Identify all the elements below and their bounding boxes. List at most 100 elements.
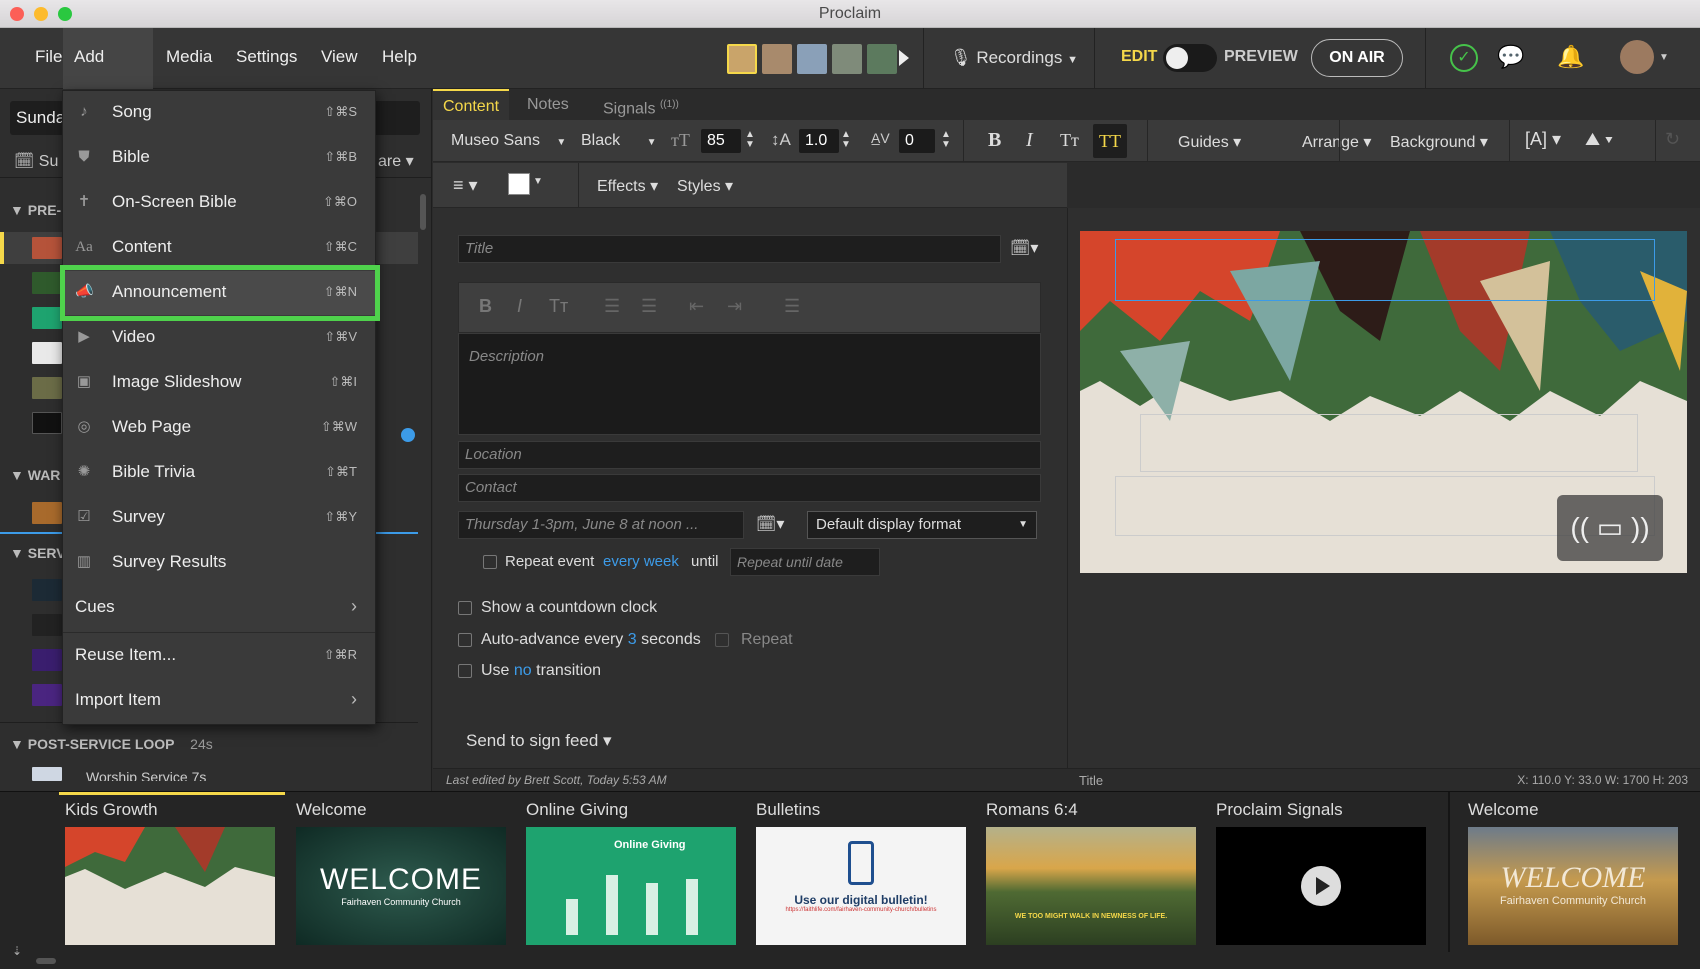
share-menu[interactable]: are ▾	[378, 151, 414, 171]
list-item-thumb[interactable]	[32, 342, 62, 364]
repeat-frequency-link[interactable]: every week	[603, 553, 679, 570]
menu-item-web-page[interactable]: ◎ Web Page ⇧⌘W	[63, 406, 375, 450]
line-height-stepper[interactable]: ▲ ▼	[841, 130, 851, 150]
contact-input[interactable]: Contact	[458, 474, 1041, 502]
auto-advance-seconds-link[interactable]: 3	[628, 631, 637, 648]
slide-preview-canvas[interactable]: (( ▭ ))	[1080, 231, 1687, 573]
menu-item-bible[interactable]: ⛊ Bible ⇧⌘B	[63, 136, 375, 180]
styles-menu[interactable]: Styles ▾	[677, 176, 733, 196]
list-item-thumb[interactable]	[32, 307, 62, 329]
menu-item-bible-trivia[interactable]: ✺ Bible Trivia ⇧⌘T	[63, 451, 375, 495]
bold-button[interactable]: B	[988, 129, 1001, 152]
slide-card[interactable]: Romans 6:4 WE TOO MIGHT WALK IN NEWNESS …	[980, 792, 1206, 945]
font-size-input[interactable]: 85	[701, 129, 741, 153]
menu-item-survey[interactable]: ☑ Survey ⇧⌘Y	[63, 496, 375, 540]
font-size-stepper[interactable]: ▲ ▼	[745, 130, 755, 150]
menu-item-survey-results[interactable]: ▥ Survey Results	[63, 541, 375, 585]
menu-help[interactable]: Help	[371, 28, 428, 89]
background-menu[interactable]: Background ▾	[1390, 132, 1488, 152]
close-window-button[interactable]	[10, 7, 24, 21]
date-input[interactable]: Thursday 1-3pm, June 8 at noon ...	[458, 511, 744, 539]
tab-signals[interactable]: Signals ((1))	[593, 89, 689, 120]
numbered-list-icon[interactable]: ☰	[641, 296, 657, 317]
menu-item-content[interactable]: Aa Content ⇧⌘C	[63, 226, 375, 270]
zoom-window-button[interactable]	[58, 7, 72, 21]
section-header-service[interactable]: ▼ SERV	[10, 545, 66, 561]
service-date[interactable]: 🗓 Su	[14, 151, 58, 171]
outdent-icon[interactable]: ⇤	[689, 296, 704, 317]
slide-card[interactable]: Online Giving Online Giving	[520, 792, 746, 945]
list-item-thumb[interactable]	[32, 377, 62, 399]
bulleted-list-icon[interactable]: ☰	[604, 296, 620, 317]
send-to-sign-feed-menu[interactable]: Send to sign feed ▾	[466, 731, 612, 751]
avatar[interactable]	[762, 44, 792, 74]
list-item-thumb[interactable]	[32, 237, 62, 259]
list-item-thumb[interactable]	[32, 649, 62, 671]
refresh-icon[interactable]: ↻	[1665, 129, 1680, 150]
list-item-thumb[interactable]	[32, 684, 62, 706]
repeat-event-checkbox[interactable]	[483, 555, 497, 569]
effects-menu[interactable]: Effects ▾	[597, 176, 658, 196]
tab-notes[interactable]: Notes	[517, 89, 579, 120]
repeat-checkbox[interactable]	[715, 633, 729, 647]
minimize-window-button[interactable]	[34, 7, 48, 21]
all-caps-button[interactable]: TT	[1093, 124, 1127, 158]
list-item-thumb[interactable]	[32, 614, 62, 636]
menu-item-on-screen-bible[interactable]: ✝ On-Screen Bible ⇧⌘O	[63, 181, 375, 225]
menu-view[interactable]: View	[310, 28, 369, 89]
menu-item-video[interactable]: ▶ Video ⇧⌘V	[63, 316, 375, 360]
collapse-icon[interactable]: ⇣	[12, 944, 22, 958]
font-family-select[interactable]: Museo Sans ▼	[451, 132, 566, 150]
menu-item-reuse-item[interactable]: Reuse Item... ⇧⌘R	[63, 634, 375, 678]
horizontal-rule-icon[interactable]: ☰	[784, 296, 800, 317]
tracking-input[interactable]: 0	[899, 129, 935, 153]
auto-advance-checkbox[interactable]	[458, 633, 472, 647]
small-caps-button[interactable]: Tт	[1060, 130, 1079, 151]
italic-button[interactable]: I	[1026, 129, 1033, 152]
description-text-box[interactable]	[1140, 414, 1638, 472]
scrollbar-thumb[interactable]	[420, 194, 426, 230]
bell-icon[interactable]: 🔔	[1557, 44, 1584, 70]
line-height-input[interactable]: 1.0	[799, 129, 839, 153]
slide-card[interactable]: Kids Growth	[59, 792, 285, 945]
text-box-icon[interactable]: [A] ▾	[1525, 129, 1561, 150]
tab-content[interactable]: Content	[433, 89, 510, 120]
calendar-icon[interactable]: 🗓▾	[1010, 238, 1038, 258]
title-input[interactable]: Title	[458, 235, 1001, 263]
avatar[interactable]	[797, 44, 827, 74]
font-weight-select[interactable]: Black ▼	[581, 132, 656, 150]
title-text-box-selected[interactable]	[1115, 239, 1655, 301]
collaborator-avatars[interactable]	[727, 44, 909, 74]
list-item-thumb[interactable]	[32, 502, 62, 524]
tracking-stepper[interactable]: ▲ ▼	[941, 130, 951, 150]
align-menu-icon[interactable]: ≡ ▾	[453, 175, 478, 196]
avatar[interactable]	[727, 44, 757, 74]
calendar-icon[interactable]: 🗓▾	[756, 514, 784, 534]
recordings-menu[interactable]: 🎙 Recordings ▼	[950, 48, 1078, 68]
avatar[interactable]	[832, 44, 862, 74]
slide-card[interactable]: Bulletins Use our digital bulletin! http…	[750, 792, 976, 945]
transition-type-link[interactable]: no	[514, 662, 532, 679]
menu-item-image-slideshow[interactable]: ▣ Image Slideshow ⇧⌘I	[63, 361, 375, 405]
small-caps-button[interactable]: Tт	[549, 296, 568, 317]
menu-item-cues[interactable]: Cues ›	[63, 586, 375, 630]
section-header-pre[interactable]: ▼ PRE-	[10, 202, 61, 218]
text-color-swatch[interactable]	[508, 173, 530, 195]
menu-media[interactable]: Media	[155, 28, 223, 89]
list-item-thumb[interactable]	[32, 579, 62, 601]
image-mountain-icon[interactable]: ⛰ ▾	[1585, 129, 1613, 150]
slide-card[interactable]: Welcome WELCOME Fairhaven Community Chur…	[1462, 792, 1688, 945]
arrange-menu[interactable]: Arrange ▾	[1302, 132, 1371, 152]
on-air-button[interactable]: ON AIR	[1311, 39, 1403, 77]
play-icon[interactable]	[899, 50, 909, 66]
repeat-until-date-input[interactable]: Repeat until date	[730, 548, 880, 576]
slide-card[interactable]: Proclaim Signals	[1210, 792, 1436, 945]
chat-bubbles-icon[interactable]: 💬	[1497, 44, 1524, 70]
list-item-thumb[interactable]	[32, 767, 62, 781]
section-header-worship[interactable]: ▼ WAR	[10, 467, 60, 483]
signals-broadcast-icon[interactable]: (( ▭ ))	[1557, 495, 1663, 561]
countdown-checkbox[interactable]	[458, 601, 472, 615]
sync-status-check-icon[interactable]: ✓	[1450, 44, 1478, 72]
display-format-select[interactable]: Default display format ▼	[807, 511, 1037, 539]
menu-item-import-item[interactable]: Import Item ›	[63, 679, 375, 723]
